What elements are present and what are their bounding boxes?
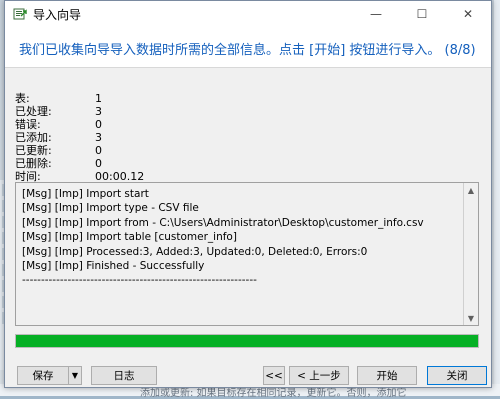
stat-value: 3 <box>95 105 102 118</box>
log-line: [Msg] [Imp] Import table [customer_info] <box>22 231 237 244</box>
stat-row-added: 已添加: 3 <box>15 131 144 144</box>
log-scrollbar[interactable]: ▲ ▼ <box>463 183 478 325</box>
log-separator: ----------------------------------------… <box>22 274 257 287</box>
log-button[interactable]: 日志 <box>91 366 157 385</box>
progress-bar <box>15 334 479 348</box>
stat-value: 0 <box>95 118 102 131</box>
stat-row-processed: 已处理: 3 <box>15 105 144 118</box>
save-button[interactable]: 保存 <box>17 366 69 385</box>
window-title: 导入向导 <box>33 8 82 22</box>
close-window-button[interactable]: ✕ <box>445 1 491 27</box>
wizard-header: 我们已收集向导导入数据时所需的全部信息。点击 [开始] 按钮进行导入。 (8/8… <box>5 27 491 67</box>
log-line: [Msg] [Imp] Processed:3, Added:3, Update… <box>22 245 368 258</box>
stat-value: 0 <box>95 157 102 170</box>
log-line: [Msg] [Imp] Import type - CSV file <box>22 202 199 215</box>
save-dropdown-arrow-icon[interactable]: ▼ <box>68 366 82 385</box>
import-wizard-icon <box>13 8 27 20</box>
import-stats: 表: 1 已处理: 3 错误: 0 已添加: 3 已更新: 0 已删除: 0 时间: 00:0… <box>15 92 144 183</box>
background-right-edge <box>494 0 500 396</box>
stat-row-tables: 表: 1 <box>15 92 144 105</box>
log-line: [Msg] [Imp] Finished - Successfully <box>22 260 205 273</box>
wizard-message: 我们已收集向导导入数据时所需的全部信息。点击 [开始] 按钮进行导入。 (8/8… <box>19 43 476 58</box>
import-log[interactable]: [Msg] [Imp] Import start [Msg] [Imp] Imp… <box>15 182 479 326</box>
stat-value: 3 <box>95 131 102 144</box>
wizard-body: 表: 1 已处理: 3 错误: 0 已添加: 3 已更新: 0 已删除: 0 时间: 00:0… <box>5 67 491 362</box>
log-line: [Msg] [Imp] Import from - C:\Users\Admin… <box>22 216 424 229</box>
stat-value: 1 <box>95 92 102 105</box>
stat-row-deleted: 已删除: 0 <box>15 157 144 170</box>
scroll-up-arrow-icon[interactable]: ▲ <box>464 183 478 197</box>
stat-label: 已添加: <box>15 131 52 144</box>
maximize-button[interactable]: ☐ <box>399 1 445 27</box>
wizard-footer: 保存 ▼ 日志 << < 上一步 开始 关闭 <box>5 361 491 387</box>
start-button[interactable]: 开始 <box>357 366 417 385</box>
minimize-button[interactable]: — <box>353 1 399 27</box>
log-lines: [Msg] [Imp] Import start [Msg] [Imp] Imp… <box>22 187 424 288</box>
progress-fill <box>16 335 478 347</box>
stat-label: 已更新: <box>15 144 52 157</box>
stat-label: 表: <box>15 92 30 105</box>
stat-row-errors: 错误: 0 <box>15 118 144 131</box>
close-button[interactable]: 关闭 <box>427 366 487 385</box>
stat-label: 已删除: <box>15 157 52 170</box>
stat-label: 已处理: <box>15 105 52 118</box>
first-step-button[interactable]: << <box>263 366 285 385</box>
stat-row-updated: 已更新: 0 <box>15 144 144 157</box>
scroll-down-arrow-icon[interactable]: ▼ <box>464 311 478 325</box>
stat-label: 错误: <box>15 118 41 131</box>
import-wizard-dialog: 导入向导 — ☐ ✕ 我们已收集向导导入数据时所需的全部信息。点击 [开始] 按… <box>4 0 492 388</box>
log-line: [Msg] [Imp] Import start <box>22 188 149 200</box>
title-bar[interactable]: 导入向导 — ☐ ✕ <box>5 1 491 27</box>
stat-value: 0 <box>95 144 102 157</box>
previous-step-button[interactable]: < 上一步 <box>289 366 349 385</box>
